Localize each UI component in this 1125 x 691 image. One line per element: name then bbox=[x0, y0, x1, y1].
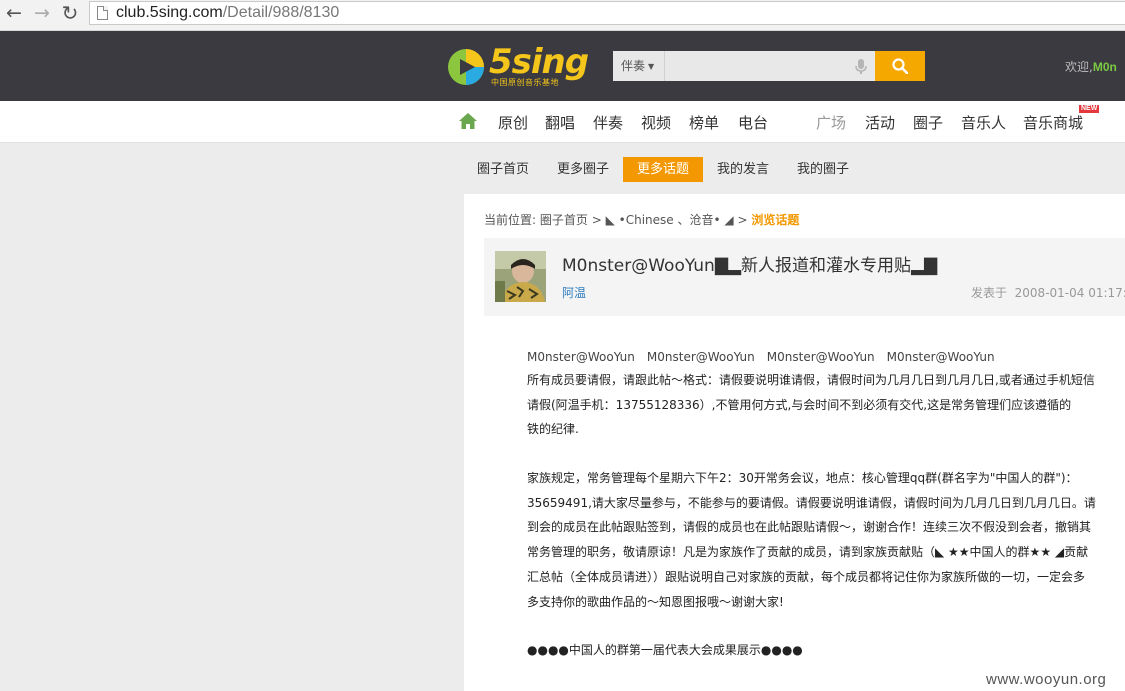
author-link[interactable]: 阿温 bbox=[562, 284, 586, 301]
home-icon[interactable] bbox=[458, 112, 478, 130]
logo-text: 5sing bbox=[489, 42, 589, 82]
breadcrumb-separator: > bbox=[737, 213, 748, 227]
tab-circle-home[interactable]: 圈子首页 bbox=[477, 157, 529, 182]
logo-mark-icon bbox=[448, 49, 484, 85]
welcome-text: 欢迎,M0n bbox=[1065, 58, 1117, 75]
page-icon bbox=[97, 6, 108, 20]
paragraph-line: 所有成员要请假，请跟此帖～格式：请假要说明谁请假，请假时间为几月几日到几月几日,… bbox=[527, 373, 1095, 387]
paragraph-line: 请假(阿温手机：13755128336）,不管用何方式,与会时间不到必须有交代,… bbox=[527, 397, 1072, 412]
post-header: M0nster@WooYun▇▂新人报道和灌水专用贴▂▇ 阿温 发表于 2008… bbox=[484, 238, 1125, 316]
breadcrumb-circle[interactable]: ◣ •Chinese 、沧音• ◢ bbox=[606, 213, 734, 227]
nav-item-radio[interactable]: 电台 bbox=[738, 112, 768, 133]
search-icon bbox=[892, 58, 908, 74]
logo-subtitle: 中国原创音乐基地 bbox=[491, 78, 559, 87]
search-type-select[interactable]: 伴奏 ▼ bbox=[613, 51, 665, 81]
nav-item-musicians[interactable]: 音乐人 bbox=[961, 112, 1006, 133]
address-bar[interactable]: club.5sing.com/Detail/988/8130 bbox=[89, 1, 1125, 25]
search-type-label: 伴奏 bbox=[621, 59, 646, 73]
new-badge: NEW bbox=[1079, 105, 1100, 113]
paragraph-line: 汇总帖（全体成员请进））跟贴说明自己对家族的贡献，每个成员都将记住你为家族所做的… bbox=[527, 569, 1086, 584]
search-button[interactable] bbox=[875, 51, 925, 81]
paragraph-line: ●●●●中国人的群第一届代表大会成果展示●●●● bbox=[527, 643, 803, 658]
url-path: /Detail/988/8130 bbox=[222, 4, 340, 21]
back-arrow-icon[interactable]: ← bbox=[2, 2, 26, 24]
post-time: 发表于 2008-01-04 01:17:3 bbox=[971, 284, 1125, 301]
signature-line: M0nster@WooYun M0nster@WooYun M0nster@WooY… bbox=[527, 346, 1102, 368]
signature-name: M0nster@WooYun bbox=[646, 350, 755, 364]
username-link[interactable]: M0n bbox=[1093, 60, 1117, 74]
post-title: M0nster@WooYun▇▂新人报道和灌水专用贴▂▇ bbox=[562, 256, 938, 276]
site-header: 5sing 中国原创音乐基地 伴奏 ▼ 欢迎,M0n bbox=[0, 31, 1125, 101]
nav-item-music-store[interactable]: 音乐商城 bbox=[1023, 112, 1083, 133]
browser-toolbar: ← → ↻ club.5sing.com/Detail/988/8130 bbox=[0, 0, 1125, 31]
tab-my-circles[interactable]: 我的圈子 bbox=[797, 157, 849, 182]
welcome-label: 欢迎, bbox=[1065, 60, 1093, 74]
search-bar: 伴奏 ▼ bbox=[613, 51, 925, 81]
breadcrumb-circle-home[interactable]: 圈子首页 bbox=[540, 213, 588, 227]
nav-item-original[interactable]: 原创 bbox=[498, 112, 528, 133]
paragraph-line: 常务管理的职务，敬请原谅！凡是为家族作了贡献的成员，请到家族贡献贴（◣ ★★中国… bbox=[527, 545, 1089, 560]
signature-name: M0nster@WooYun bbox=[886, 350, 995, 364]
topic-content: 当前位置: 圈子首页 > ◣ •Chinese 、沧音• ◢ > 浏览话题 M0… bbox=[464, 194, 1125, 691]
main-nav: 原创 翻唱 伴奏 视频 榜单 电台 广场 活动 圈子 音乐人 音乐商城 NEW bbox=[0, 101, 1125, 143]
paragraph-line: 多支持你的歌曲作品的～知恩图报哦～谢谢大家! bbox=[527, 594, 784, 609]
microphone-icon[interactable] bbox=[854, 59, 868, 75]
avatar[interactable] bbox=[495, 251, 546, 302]
tab-more-circles[interactable]: 更多圈子 bbox=[557, 157, 609, 182]
nav-item-accompaniment[interactable]: 伴奏 bbox=[593, 112, 623, 133]
post-body: M0nster@WooYun M0nster@WooYun M0nster@WooY… bbox=[527, 346, 1102, 663]
url-text[interactable]: club.5sing.com/Detail/988/8130 bbox=[116, 3, 339, 23]
breadcrumb-prefix: 当前位置: bbox=[484, 213, 537, 227]
breadcrumb-current: 浏览话题 bbox=[751, 213, 800, 227]
watermark: www.wooyun.org bbox=[986, 671, 1107, 688]
signature-name: M0nster@WooYun bbox=[766, 350, 875, 364]
nav-item-charts[interactable]: 榜单 bbox=[689, 112, 719, 133]
post-time-label: 发表于 bbox=[971, 286, 1008, 300]
post-time-value: 2008-01-04 01:17:3 bbox=[1014, 286, 1125, 300]
signature-name: M0nster@WooYun bbox=[527, 350, 635, 364]
forward-arrow-icon[interactable]: → bbox=[30, 2, 54, 24]
reload-icon[interactable]: ↻ bbox=[58, 2, 82, 24]
breadcrumb-separator: > bbox=[591, 213, 602, 227]
paragraph-line: 铁的纪律. bbox=[527, 422, 579, 437]
breadcrumb: 当前位置: 圈子首页 > ◣ •Chinese 、沧音• ◢ > 浏览话题 bbox=[484, 211, 799, 228]
search-input[interactable] bbox=[665, 51, 875, 81]
tab-my-posts[interactable]: 我的发言 bbox=[717, 157, 769, 182]
circle-sub-nav: 圈子首页 更多圈子 更多话题 我的发言 我的圈子 bbox=[464, 144, 1125, 194]
paragraph-line: 35659491,请大家尽量参与，不能参与的要请假。请假要说明谁请假，请假时间为… bbox=[527, 495, 1096, 510]
site-logo[interactable]: 5sing 中国原创音乐基地 bbox=[447, 42, 589, 88]
nav-item-plaza[interactable]: 广场 bbox=[816, 112, 846, 133]
nav-item-cover[interactable]: 翻唱 bbox=[545, 112, 575, 133]
url-host: club.5sing.com bbox=[116, 4, 223, 21]
nav-item-video[interactable]: 视频 bbox=[641, 112, 671, 133]
nav-item-circles[interactable]: 圈子 bbox=[913, 112, 943, 133]
chevron-down-icon: ▼ bbox=[648, 62, 655, 71]
tab-more-topics[interactable]: 更多话题 bbox=[623, 157, 704, 182]
paragraph-line: 家族规定，常务管理每个星期六下午2：30开常务会议，地点：核心管理qq群(群名字… bbox=[527, 471, 1078, 486]
paragraph-line: 到会的成员在此帖跟贴签到，请假的成员也在此帖跟贴请假～，谢谢合作！连续三次不假没… bbox=[527, 520, 1092, 535]
nav-item-events[interactable]: 活动 bbox=[865, 112, 895, 133]
